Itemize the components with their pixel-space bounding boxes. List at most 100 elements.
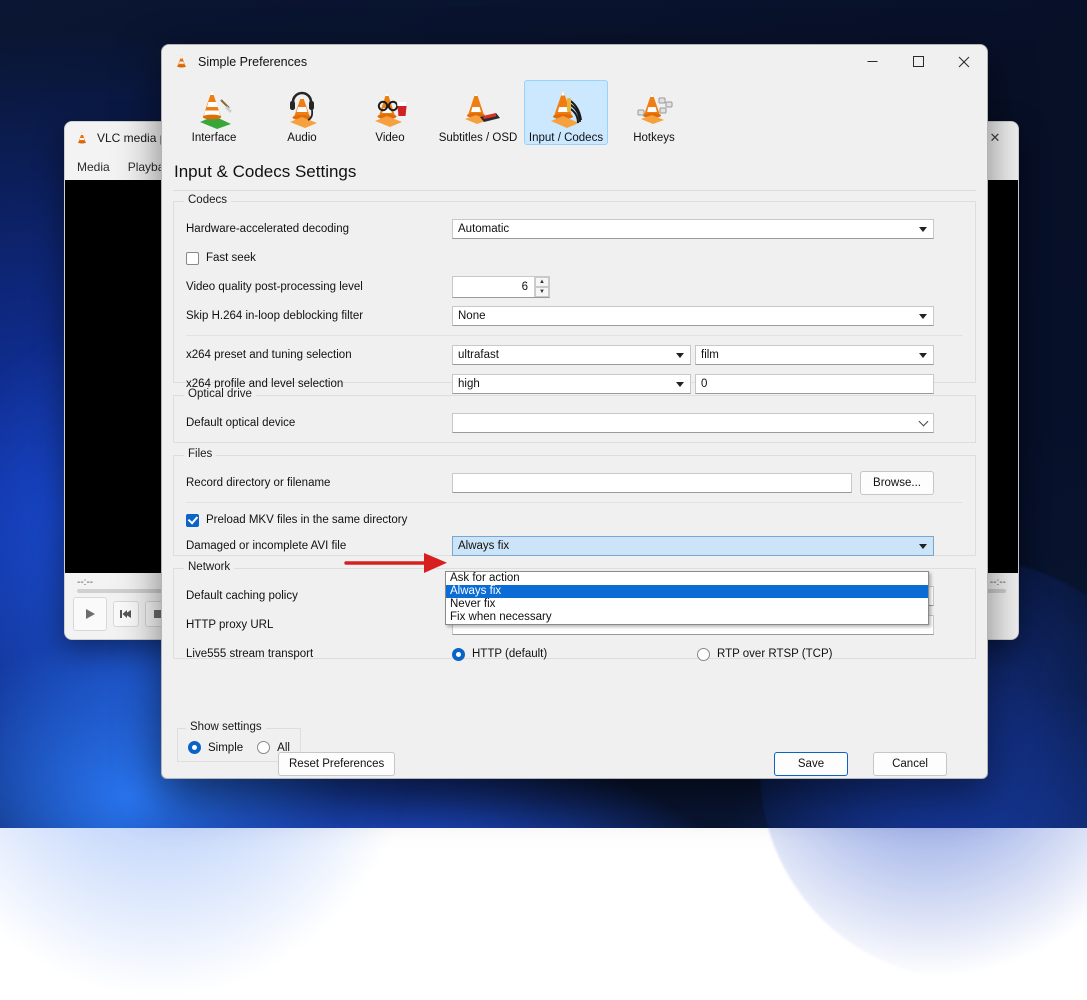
chevron-down-icon bbox=[919, 314, 927, 319]
row-fast-seek: Fast seek bbox=[186, 245, 963, 271]
radio-box bbox=[188, 741, 201, 754]
row-live555: Live555 stream transport HTTP (default) … bbox=[186, 641, 963, 667]
browse-button[interactable]: Browse... bbox=[860, 471, 934, 495]
preload-mkv-label: Preload MKV files in the same directory bbox=[206, 514, 407, 526]
x264-preset-label: x264 preset and tuning selection bbox=[186, 349, 452, 361]
live555-rtp-radio[interactable]: RTP over RTSP (TCP) bbox=[697, 648, 832, 661]
tab-interface[interactable]: Interface bbox=[172, 80, 256, 145]
radio-box bbox=[697, 648, 710, 661]
hardware-decoding-value: Automatic bbox=[458, 223, 509, 235]
codecs-divider bbox=[186, 335, 963, 336]
tab-subtitles-osd-label: Subtitles / OSD bbox=[439, 132, 518, 144]
tab-video-label: Video bbox=[375, 132, 404, 144]
postproc-label: Video quality post-processing level bbox=[186, 281, 452, 293]
tab-input-codecs[interactable]: Input / Codecs bbox=[524, 80, 608, 145]
checkbox-box bbox=[186, 252, 199, 265]
x264-level-input[interactable]: 0 bbox=[695, 374, 934, 394]
chevron-down-icon bbox=[676, 382, 684, 387]
postproc-value: 6 bbox=[453, 281, 534, 293]
deblocking-combo[interactable]: None bbox=[452, 306, 934, 326]
tab-video[interactable]: Video bbox=[348, 80, 432, 145]
damaged-avi-combo[interactable]: Always fix bbox=[452, 536, 934, 556]
row-deblocking: Skip H.264 in-loop deblocking filter Non… bbox=[186, 303, 963, 329]
x264-profile-value: high bbox=[458, 378, 480, 390]
vlc-cone-icon bbox=[75, 131, 89, 145]
record-directory-input[interactable] bbox=[452, 473, 852, 493]
dropdown-option[interactable]: Ask for action bbox=[446, 572, 928, 585]
preferences-toolbar[interactable]: Interface Audio bbox=[162, 78, 987, 158]
vlc-cone-icon bbox=[174, 54, 189, 69]
row-x264-preset: x264 preset and tuning selection ultrafa… bbox=[186, 342, 963, 368]
radio-box bbox=[257, 741, 270, 754]
preferences-titlebar[interactable]: Simple Preferences bbox=[162, 45, 987, 78]
tab-input-codecs-label: Input / Codecs bbox=[529, 132, 603, 144]
optical-group-title: Optical drive bbox=[184, 388, 256, 400]
chevron-down-icon bbox=[919, 544, 927, 549]
postproc-spinner[interactable]: 6 ▲ ▼ bbox=[452, 276, 550, 298]
damaged-avi-dropdown-list[interactable]: Ask for action Always fix Never fix Fix … bbox=[445, 571, 929, 625]
close-icon[interactable] bbox=[941, 45, 987, 78]
save-button[interactable]: Save bbox=[774, 752, 848, 776]
tab-subtitles-osd[interactable]: Subtitles / OSD bbox=[436, 80, 520, 145]
files-group: Files Record directory or filename Brows… bbox=[173, 455, 976, 556]
minimize-icon[interactable] bbox=[849, 45, 895, 78]
dropdown-option-selected[interactable]: Always fix bbox=[446, 585, 928, 598]
vlc-menu-playback[interactable]: Playba bbox=[128, 160, 165, 174]
default-optical-device-combo[interactable] bbox=[452, 413, 934, 433]
x264-preset-combo[interactable]: ultrafast bbox=[452, 345, 691, 365]
show-settings-simple-radio[interactable]: Simple bbox=[188, 741, 243, 754]
dropdown-option[interactable]: Never fix bbox=[446, 598, 928, 611]
default-optical-device-label: Default optical device bbox=[186, 417, 452, 429]
dropdown-option[interactable]: Fix when necessary bbox=[446, 611, 928, 624]
reset-preferences-button[interactable]: Reset Preferences bbox=[278, 752, 395, 776]
codecs-group: Codecs Hardware-accelerated decoding Aut… bbox=[173, 201, 976, 383]
chevron-down-icon bbox=[919, 417, 929, 427]
default-caching-label: Default caching policy bbox=[186, 590, 452, 602]
row-damaged-avi: Damaged or incomplete AVI file Always fi… bbox=[186, 533, 963, 559]
live555-rtp-label: RTP over RTSP (TCP) bbox=[717, 648, 832, 660]
vlc-total-time: --:-- bbox=[990, 577, 1006, 588]
live555-http-radio[interactable]: HTTP (default) bbox=[452, 648, 697, 661]
vlc-title-text: VLC media p bbox=[97, 131, 166, 145]
tab-interface-label: Interface bbox=[192, 132, 237, 144]
show-settings-simple-label: Simple bbox=[208, 742, 243, 754]
x264-tuning-value: film bbox=[701, 349, 719, 361]
spinner-buttons[interactable]: ▲ ▼ bbox=[534, 277, 549, 297]
vlc-cone-input-codecs-icon bbox=[543, 86, 589, 130]
spinner-down-icon[interactable]: ▼ bbox=[535, 287, 549, 297]
tab-audio[interactable]: Audio bbox=[260, 80, 344, 145]
page-title: Input & Codecs Settings bbox=[162, 158, 987, 190]
live555-http-label: HTTP (default) bbox=[472, 648, 547, 660]
vlc-cone-video-icon bbox=[367, 86, 413, 130]
files-divider bbox=[186, 502, 963, 503]
play-icon[interactable] bbox=[73, 597, 107, 631]
live555-label: Live555 stream transport bbox=[186, 648, 452, 660]
spinner-up-icon[interactable]: ▲ bbox=[535, 277, 549, 287]
row-x264-profile: x264 profile and level selection high 0 bbox=[186, 371, 963, 397]
vlc-transport-buttons[interactable] bbox=[73, 597, 171, 631]
row-postproc: Video quality post-processing level 6 ▲ … bbox=[186, 274, 963, 300]
chevron-down-icon bbox=[919, 353, 927, 358]
previous-icon[interactable] bbox=[113, 601, 139, 627]
cancel-button[interactable]: Cancel bbox=[873, 752, 947, 776]
chevron-down-icon bbox=[676, 353, 684, 358]
row-record-directory: Record directory or filename Browse... bbox=[186, 470, 963, 496]
vlc-cone-audio-icon bbox=[279, 86, 325, 130]
fast-seek-checkbox[interactable]: Fast seek bbox=[186, 252, 256, 265]
maximize-icon[interactable] bbox=[895, 45, 941, 78]
deblocking-value: None bbox=[458, 310, 486, 322]
damaged-avi-value: Always fix bbox=[458, 540, 509, 552]
x264-profile-combo[interactable]: high bbox=[452, 374, 691, 394]
vlc-menu-media[interactable]: Media bbox=[77, 160, 110, 174]
deblocking-label: Skip H.264 in-loop deblocking filter bbox=[186, 310, 452, 322]
window-controls[interactable] bbox=[849, 45, 987, 78]
preload-mkv-checkbox[interactable]: Preload MKV files in the same directory bbox=[186, 514, 407, 527]
tab-hotkeys[interactable]: Hotkeys bbox=[612, 80, 696, 145]
radio-box bbox=[452, 648, 465, 661]
x264-tuning-combo[interactable]: film bbox=[695, 345, 934, 365]
http-proxy-label: HTTP proxy URL bbox=[186, 619, 452, 631]
row-default-optical-device: Default optical device bbox=[186, 410, 963, 436]
simple-preferences-dialog[interactable]: Simple Preferences bbox=[161, 44, 988, 779]
hardware-decoding-combo[interactable]: Automatic bbox=[452, 219, 934, 239]
files-group-title: Files bbox=[184, 448, 216, 460]
